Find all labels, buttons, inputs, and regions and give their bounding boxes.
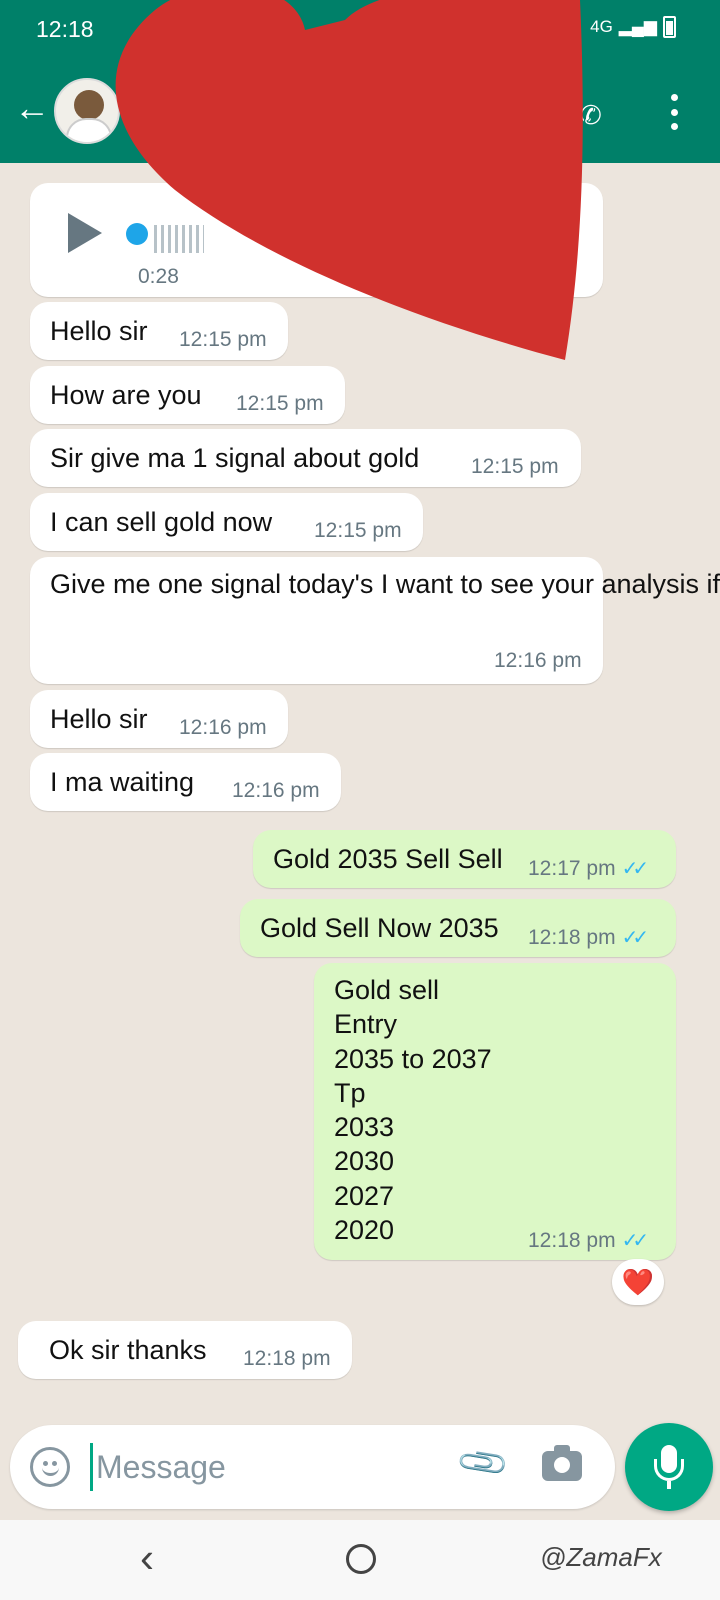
message-outgoing[interactable]: Gold Sell Now 2035 12:18 pm ✓✓ — [240, 899, 676, 957]
double-tick-icon: ✓✓ — [621, 858, 649, 880]
attach-icon[interactable]: 📎 — [454, 1434, 512, 1492]
message-text: Gold 2035 Sell Sell — [273, 844, 503, 874]
heart-reaction[interactable]: ❤️ — [612, 1259, 664, 1305]
double-tick-icon: ✓✓ — [621, 1230, 649, 1252]
message-text: Gold sell Entry 2035 to 2037 Tp 2033 203… — [334, 975, 492, 1246]
message-incoming[interactable]: I ma waiting 12:16 pm — [30, 753, 341, 811]
message-input[interactable] — [96, 1441, 436, 1493]
message-incoming[interactable]: Sir give ma 1 signal about gold 12:15 pm — [30, 429, 581, 487]
message-text: Hello sir — [50, 704, 148, 734]
signal-icon: ▂▄▆ — [618, 17, 657, 36]
nav-back-icon[interactable]: ‹ — [140, 1534, 154, 1582]
message-text: I ma waiting — [50, 767, 195, 797]
message-time: 12:18 pm ✓✓ — [528, 1229, 649, 1252]
double-tick-icon: ✓✓ — [621, 927, 649, 949]
message-time: 12:16 pm — [179, 716, 267, 739]
message-text: Ok sir thanks — [49, 1335, 207, 1365]
message-text: How are you — [50, 380, 202, 410]
message-outgoing[interactable]: Gold sell Entry 2035 to 2037 Tp 2033 203… — [314, 963, 676, 1260]
back-arrow-icon[interactable]: ← — [14, 90, 50, 126]
heart-sticker — [115, 0, 583, 360]
message-text: I can sell gold now — [50, 507, 273, 537]
emoji-icon[interactable] — [30, 1447, 70, 1487]
message-incoming[interactable]: Give me one signal today's I want to see… — [30, 557, 720, 684]
message-time: 12:15 pm — [236, 392, 324, 415]
camera-icon[interactable] — [542, 1445, 582, 1481]
nav-home-icon[interactable] — [346, 1544, 376, 1574]
message-time: 12:15 pm — [314, 519, 402, 542]
menu-icon[interactable] — [668, 94, 680, 130]
text-cursor — [90, 1443, 93, 1491]
message-outgoing[interactable]: Gold 2035 Sell Sell 12:17 pm ✓✓ — [253, 830, 676, 888]
message-time: 12:17 pm ✓✓ — [528, 857, 649, 880]
message-incoming[interactable]: Hello sir 12:16 pm — [30, 690, 288, 748]
message-time: 12:16 pm — [232, 779, 320, 802]
message-incoming[interactable]: Ok sir thanks 12:18 pm — [18, 1321, 352, 1379]
message-incoming[interactable]: How are you 12:15 pm — [30, 366, 345, 424]
status-icons: 4G ▂▄▆ — [590, 16, 676, 38]
mic-icon[interactable] — [625, 1423, 713, 1511]
message-time: 12:18 pm ✓✓ — [528, 926, 649, 949]
system-navbar: ‹ @ZamaFx — [0, 1520, 720, 1600]
message-time: 12:16 pm — [494, 649, 582, 672]
message-text: Sir give ma 1 signal about gold — [50, 443, 420, 473]
message-incoming[interactable]: I can sell gold now 12:15 pm — [30, 493, 423, 551]
message-text: Give me one signal today's I want to see… — [50, 569, 720, 599]
message-time: 12:18 pm — [243, 1347, 331, 1370]
message-composer: 📎 — [10, 1425, 615, 1509]
network-label: 4G — [590, 17, 613, 36]
message-time: 12:15 pm — [471, 455, 559, 478]
watermark: @ZamaFx — [540, 1542, 662, 1572]
message-text: Gold Sell Now 2035 — [260, 913, 499, 943]
battery-icon — [663, 16, 676, 38]
